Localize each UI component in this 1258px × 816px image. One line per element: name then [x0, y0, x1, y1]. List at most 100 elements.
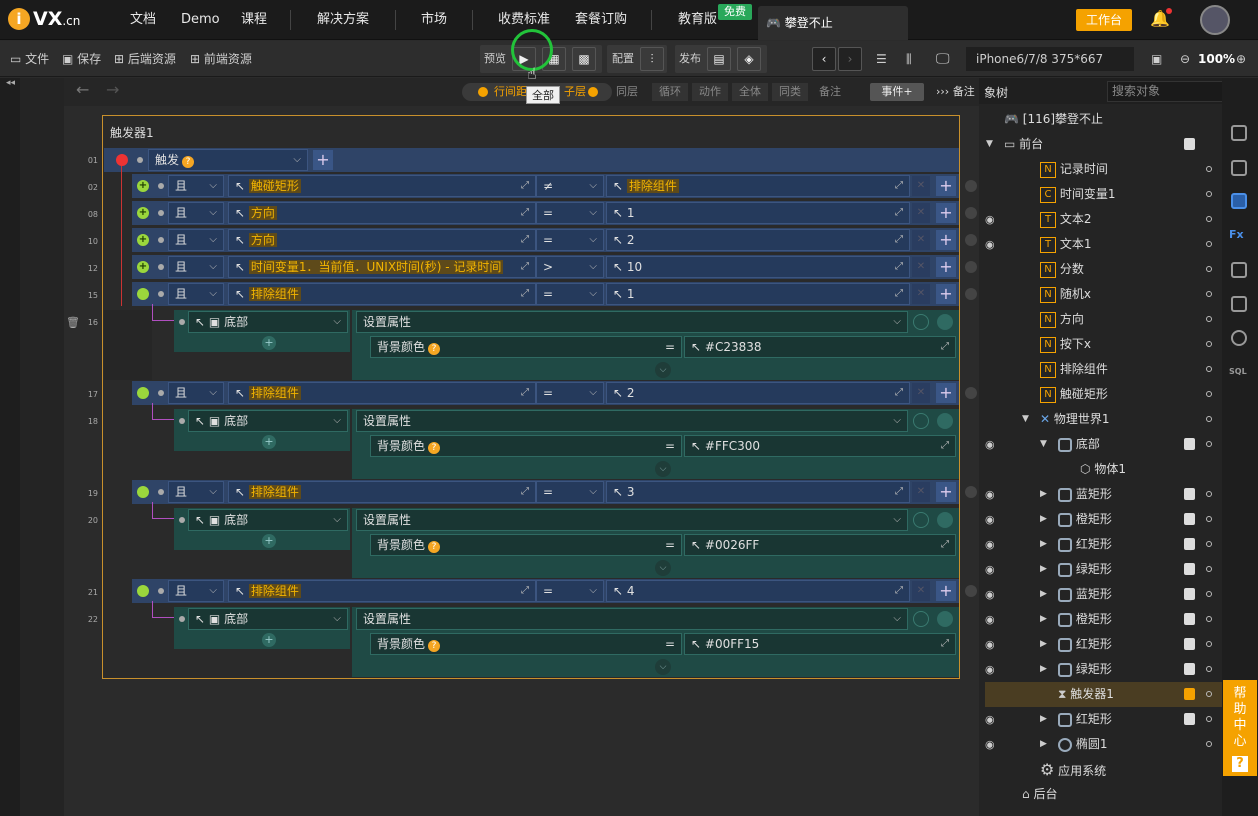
- logo-icon[interactable]: i: [8, 8, 30, 30]
- nav-plans[interactable]: 套餐订购: [575, 0, 627, 40]
- lock-icon[interactable]: [1184, 138, 1195, 150]
- chevron-right-icon[interactable]: ▶: [1040, 614, 1047, 624]
- note-expand-button[interactable]: ››› 备注: [936, 83, 975, 101]
- visibility-dot[interactable]: [1206, 216, 1212, 222]
- condition-left-operand[interactable]: ↖ 排除组件 ⤢: [228, 481, 536, 503]
- chevron-right-icon[interactable]: ▶: [1040, 639, 1047, 649]
- backend-resources-button[interactable]: ⊞ 后端资源: [114, 41, 176, 77]
- events-icon[interactable]: [1231, 160, 1247, 176]
- condition-left-operand[interactable]: ↖ 排除组件 ⤢: [228, 382, 536, 404]
- tree-item[interactable]: 橙矩形: [1058, 507, 1112, 532]
- lock-icon[interactable]: [1184, 513, 1195, 525]
- note-button[interactable]: 备注: [812, 83, 848, 101]
- eye-icon[interactable]: ◉: [985, 563, 995, 576]
- gamepad-icon[interactable]: ◈: [737, 47, 761, 71]
- toggle-icon[interactable]: [137, 387, 149, 399]
- add-button[interactable]: +: [936, 482, 956, 502]
- refresh-icon[interactable]: [913, 611, 929, 627]
- component-icon[interactable]: [1231, 125, 1247, 141]
- visibility-dot[interactable]: [1206, 341, 1212, 347]
- property-value-input[interactable]: ↖ #C23838 ⤢: [684, 336, 956, 358]
- add-button[interactable]: +: [936, 284, 956, 304]
- nav-demo[interactable]: Demo: [181, 0, 220, 40]
- comparator-select[interactable]: ≠ ⌵: [536, 175, 604, 197]
- lock-icon[interactable]: [1184, 538, 1195, 550]
- lock-icon[interactable]: [1184, 638, 1195, 650]
- add-button[interactable]: +: [936, 581, 956, 601]
- search-input[interactable]: 搜索对象: [1107, 81, 1235, 102]
- tree-item[interactable]: T 文本2: [1040, 207, 1091, 232]
- frontend-resources-button[interactable]: ⊞ 前端资源: [190, 41, 252, 77]
- nav-solutions[interactable]: 解决方案: [317, 0, 369, 40]
- comparator-select[interactable]: = ⌵: [536, 481, 604, 503]
- delete-icon[interactable]: ✕: [912, 284, 930, 304]
- tree-item[interactable]: 绿矩形: [1058, 557, 1112, 582]
- loop-button[interactable]: 循环: [652, 83, 688, 101]
- visibility-dot[interactable]: [1206, 666, 1212, 672]
- tree-item[interactable]: N 记录时间: [1040, 157, 1108, 182]
- tree-item[interactable]: N 触碰矩形: [1040, 382, 1108, 407]
- expand-chevron-icon[interactable]: ⌵: [655, 560, 671, 576]
- lock-icon[interactable]: [1184, 488, 1195, 500]
- add-event-button[interactable]: 事件+: [870, 83, 924, 101]
- visibility-dot[interactable]: [1206, 566, 1212, 572]
- monitor-icon[interactable]: 🖵: [936, 41, 950, 77]
- toggle-icon[interactable]: [137, 288, 149, 300]
- logic-operator-select[interactable]: 且 ⌵: [168, 580, 224, 602]
- tree-item[interactable]: N 按下x: [1040, 332, 1091, 357]
- align-icon[interactable]: ☰: [876, 41, 887, 77]
- visibility-dot[interactable]: [1206, 266, 1212, 272]
- left-collapse-strip[interactable]: [0, 78, 20, 816]
- delete-icon[interactable]: ✕: [912, 581, 930, 601]
- lock-icon[interactable]: [1184, 563, 1195, 575]
- add-button[interactable]: +: [936, 203, 956, 223]
- collapse-icon[interactable]: ◂◂: [6, 78, 15, 88]
- delete-icon[interactable]: ✕: [912, 482, 930, 502]
- lock-icon[interactable]: [1184, 588, 1195, 600]
- comparator-select[interactable]: = ⌵: [536, 229, 604, 251]
- eye-icon[interactable]: ◉: [985, 438, 995, 451]
- add-condition-button[interactable]: +: [313, 150, 333, 170]
- distribute-icon[interactable]: ⫼: [906, 41, 912, 77]
- condition-right-operand[interactable]: ↖ 1 ⤢: [606, 283, 910, 305]
- eye-icon[interactable]: ◉: [985, 513, 995, 526]
- condition-right-operand[interactable]: ↖ 2 ⤢: [606, 382, 910, 404]
- property-value-input[interactable]: ↖ #FFC300 ⤢: [684, 435, 956, 457]
- eye-icon[interactable]: ◉: [985, 488, 995, 501]
- chevron-down-icon[interactable]: ▼: [1022, 414, 1029, 424]
- comparator-select[interactable]: = ⌵: [536, 202, 604, 224]
- drag-handle-icon[interactable]: [965, 585, 977, 597]
- qr-scan-icon[interactable]: ▩: [572, 47, 596, 71]
- add-button[interactable]: +: [936, 230, 956, 250]
- visibility-dot[interactable]: [1206, 166, 1212, 172]
- logo-text[interactable]: VX.cn: [33, 8, 80, 30]
- save-button[interactable]: ▣ 保存: [62, 41, 101, 77]
- tree-item[interactable]: T 文本1: [1040, 232, 1091, 257]
- eye-icon[interactable]: ◉: [985, 713, 995, 726]
- toggle-icon[interactable]: [937, 413, 953, 429]
- back-arrow-icon[interactable]: ←: [76, 81, 89, 99]
- lock-icon[interactable]: [1184, 613, 1195, 625]
- toggle-icon[interactable]: +: [137, 234, 149, 246]
- tree-item[interactable]: N 排除组件: [1040, 357, 1108, 382]
- expand-chevron-icon[interactable]: ⌵: [655, 461, 671, 477]
- action-type-select[interactable]: 设置属性 ⌵: [356, 311, 908, 333]
- copy-icon[interactable]: [1231, 262, 1247, 278]
- eye-icon[interactable]: ◉: [985, 738, 995, 751]
- eye-icon[interactable]: ◉: [985, 638, 995, 651]
- action-type-select[interactable]: 设置属性 ⌵: [356, 509, 908, 531]
- chevron-right-icon[interactable]: ▶: [1040, 514, 1047, 524]
- delete-icon[interactable]: ✕: [912, 176, 930, 196]
- drag-handle-icon[interactable]: [965, 261, 977, 273]
- lock-icon[interactable]: [1184, 663, 1195, 675]
- tree-item[interactable]: 红矩形: [1058, 532, 1112, 557]
- logic-operator-select[interactable]: 且 ⌵: [168, 283, 224, 305]
- drag-handle-icon[interactable]: [965, 387, 977, 399]
- drag-handle-icon[interactable]: [965, 234, 977, 246]
- visibility-dot[interactable]: [1206, 316, 1212, 322]
- condition-left-operand[interactable]: ↖ 方向 ⤢: [228, 229, 536, 251]
- swap-icon[interactable]: [1231, 296, 1247, 312]
- condition-right-operand[interactable]: ↖ 3 ⤢: [606, 481, 910, 503]
- tree-item[interactable]: N 随机x: [1040, 282, 1091, 307]
- device-select[interactable]: iPhone6/7/8 375*667: [966, 47, 1134, 71]
